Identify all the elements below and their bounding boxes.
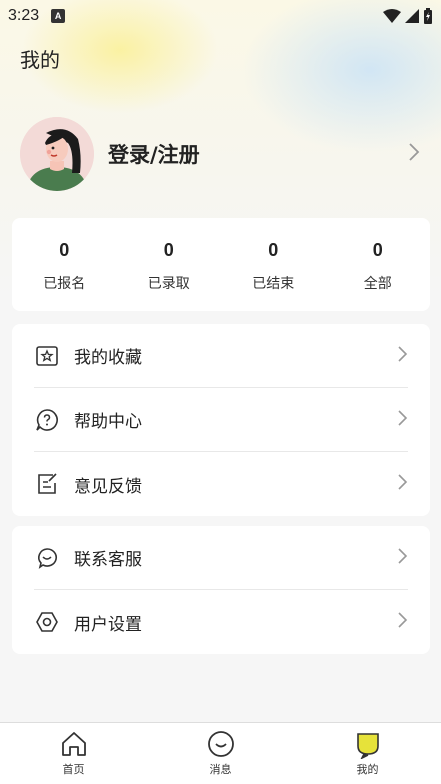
menu-label: 帮助中心 (74, 412, 142, 432)
notification-badge: A (51, 9, 66, 23)
customer-service-icon (34, 545, 60, 571)
menu-item-customer-service[interactable]: 联系客服 (34, 526, 408, 590)
profile-icon (356, 733, 379, 759)
star-box-icon (34, 343, 60, 369)
stat-label: 已报名 (43, 276, 86, 292)
status-indicators (383, 8, 433, 24)
tab-home[interactable]: 首页 (0, 723, 147, 784)
tab-label: 首页 (62, 763, 85, 776)
menu-label: 我的收藏 (74, 348, 142, 368)
menu-item-help-center[interactable]: 帮助中心 (34, 388, 408, 452)
status-bar: 3:23 A (0, 0, 441, 32)
chevron-right-icon (396, 409, 408, 431)
stat-label: 全部 (363, 276, 392, 292)
stats-card: 0 已报名 0 已录取 0 已结束 0 全部 (12, 218, 430, 311)
menu-group-secondary: 联系客服 用户设置 (12, 526, 430, 654)
message-icon (207, 731, 234, 757)
stat-registered[interactable]: 0 已报名 (12, 218, 117, 311)
page-title: 我的 (20, 48, 60, 72)
menu-label: 意见反馈 (74, 476, 142, 497)
bottom-tab-bar: 首页 消息 我的 (0, 722, 441, 784)
chevron-right-icon (396, 611, 408, 633)
stat-count: 0 (372, 240, 383, 260)
avatar[interactable] (20, 117, 94, 191)
avatar-illustration (20, 117, 94, 191)
home-icon (61, 732, 86, 756)
chevron-right-icon (396, 345, 408, 367)
tab-label: 我的 (356, 763, 379, 776)
menu-item-feedback[interactable]: 意见反馈 (34, 452, 408, 516)
profile-login-row[interactable]: 登录/注册 (20, 117, 421, 191)
signal-icon (405, 9, 419, 23)
chevron-right-icon (407, 142, 421, 166)
tab-messages[interactable]: 消息 (147, 723, 294, 784)
status-time: 3:23 (8, 7, 40, 24)
stat-admitted[interactable]: 0 已录取 (117, 218, 222, 311)
menu-item-user-settings[interactable]: 用户设置 (34, 590, 408, 654)
feedback-icon (34, 471, 60, 497)
login-register-link[interactable]: 登录/注册 (108, 139, 200, 169)
menu-group-primary: 我的收藏 帮助中心 意见反馈 (12, 324, 430, 516)
stat-label: 已录取 (147, 276, 190, 292)
wifi-icon (383, 9, 401, 23)
menu-label: 联系客服 (74, 550, 142, 570)
stat-count: 0 (59, 240, 70, 260)
help-icon (34, 407, 60, 433)
chevron-right-icon (396, 547, 408, 569)
tab-profile[interactable]: 我的 (294, 723, 441, 784)
menu-label: 用户设置 (74, 614, 142, 635)
battery-icon (424, 8, 432, 24)
stat-finished[interactable]: 0 已结束 (221, 218, 326, 311)
stat-count: 0 (163, 240, 174, 260)
stat-all[interactable]: 0 全部 (326, 218, 431, 311)
tab-label: 消息 (209, 763, 232, 776)
chevron-right-icon (396, 473, 408, 495)
stat-label: 已结束 (252, 276, 295, 292)
stat-count: 0 (268, 240, 279, 260)
menu-item-favorites[interactable]: 我的收藏 (34, 324, 408, 388)
settings-icon (34, 609, 60, 635)
